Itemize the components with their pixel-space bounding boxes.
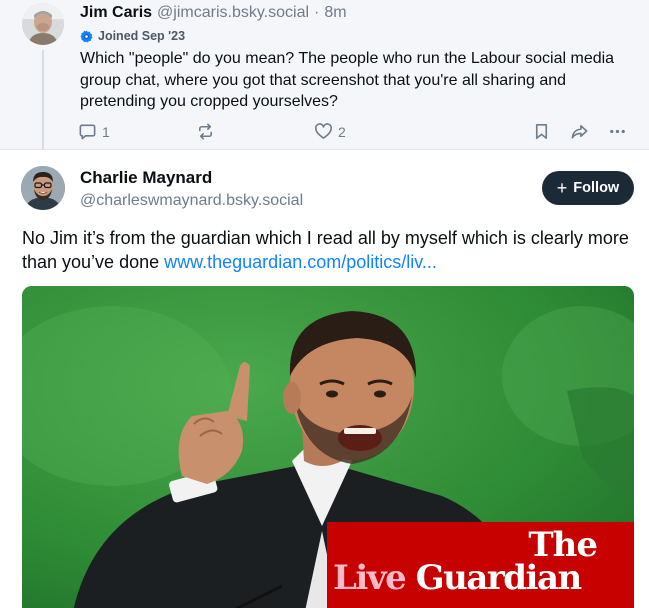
author-name[interactable]: Charlie Maynard xyxy=(80,168,212,188)
share-button[interactable] xyxy=(570,122,589,141)
logo-live: Live xyxy=(333,558,407,598)
post-time[interactable]: 8m xyxy=(324,4,346,22)
reply-icon xyxy=(79,124,96,140)
post-link[interactable]: www.theguardian.com/politics/liv... xyxy=(164,252,437,272)
logo-guardian: Guardian xyxy=(415,558,583,598)
repost-icon xyxy=(198,123,213,140)
post-header: Jim Caris @jimcaris.bsky.social · 8m xyxy=(80,4,347,22)
repost-button[interactable] xyxy=(196,122,215,141)
author-name[interactable]: Jim Caris xyxy=(80,4,152,22)
guardian-logo: The Live Guardian xyxy=(327,522,634,608)
follow-button[interactable]: + Follow xyxy=(542,171,634,205)
post-text: No Jim it’s from the guardian which I re… xyxy=(22,226,634,274)
avatar[interactable] xyxy=(21,166,65,210)
share-icon xyxy=(571,124,588,139)
joined-label: Joined Sep '23 xyxy=(98,29,186,43)
post-text: Which "people" do you mean? The people w… xyxy=(80,50,615,110)
avatar-image xyxy=(22,3,64,45)
logo-the: The xyxy=(528,525,598,565)
heart-icon xyxy=(315,123,332,139)
plus-icon: + xyxy=(556,178,568,198)
reply-button[interactable]: 1 xyxy=(78,122,110,141)
more-options-button[interactable] xyxy=(608,122,627,141)
thread-line xyxy=(42,50,44,150)
post-actions: 1 2 xyxy=(78,122,633,144)
follow-label: Follow xyxy=(573,180,620,196)
joined-badge: Joined Sep '23 xyxy=(80,29,185,43)
reply-count: 1 xyxy=(102,123,110,140)
bookmark-button[interactable] xyxy=(532,122,551,141)
parent-post[interactable]: Jim Caris @jimcaris.bsky.social · 8m Joi… xyxy=(0,0,649,150)
logo-line: Live Guardian xyxy=(333,558,583,598)
like-button[interactable]: 2 xyxy=(314,122,346,141)
more-icon xyxy=(610,129,625,134)
avatar-image xyxy=(21,166,65,210)
bookmark-icon xyxy=(535,124,548,139)
separator: · xyxy=(314,4,320,21)
verified-badge-icon xyxy=(80,30,93,43)
like-count: 2 xyxy=(338,123,346,140)
avatar[interactable] xyxy=(22,3,64,45)
link-embed-card[interactable]: The Live Guardian xyxy=(22,286,634,608)
author-handle[interactable]: @jimcaris.bsky.social xyxy=(157,4,309,22)
author-handle[interactable]: @charleswmaynard.bsky.social xyxy=(80,192,303,210)
